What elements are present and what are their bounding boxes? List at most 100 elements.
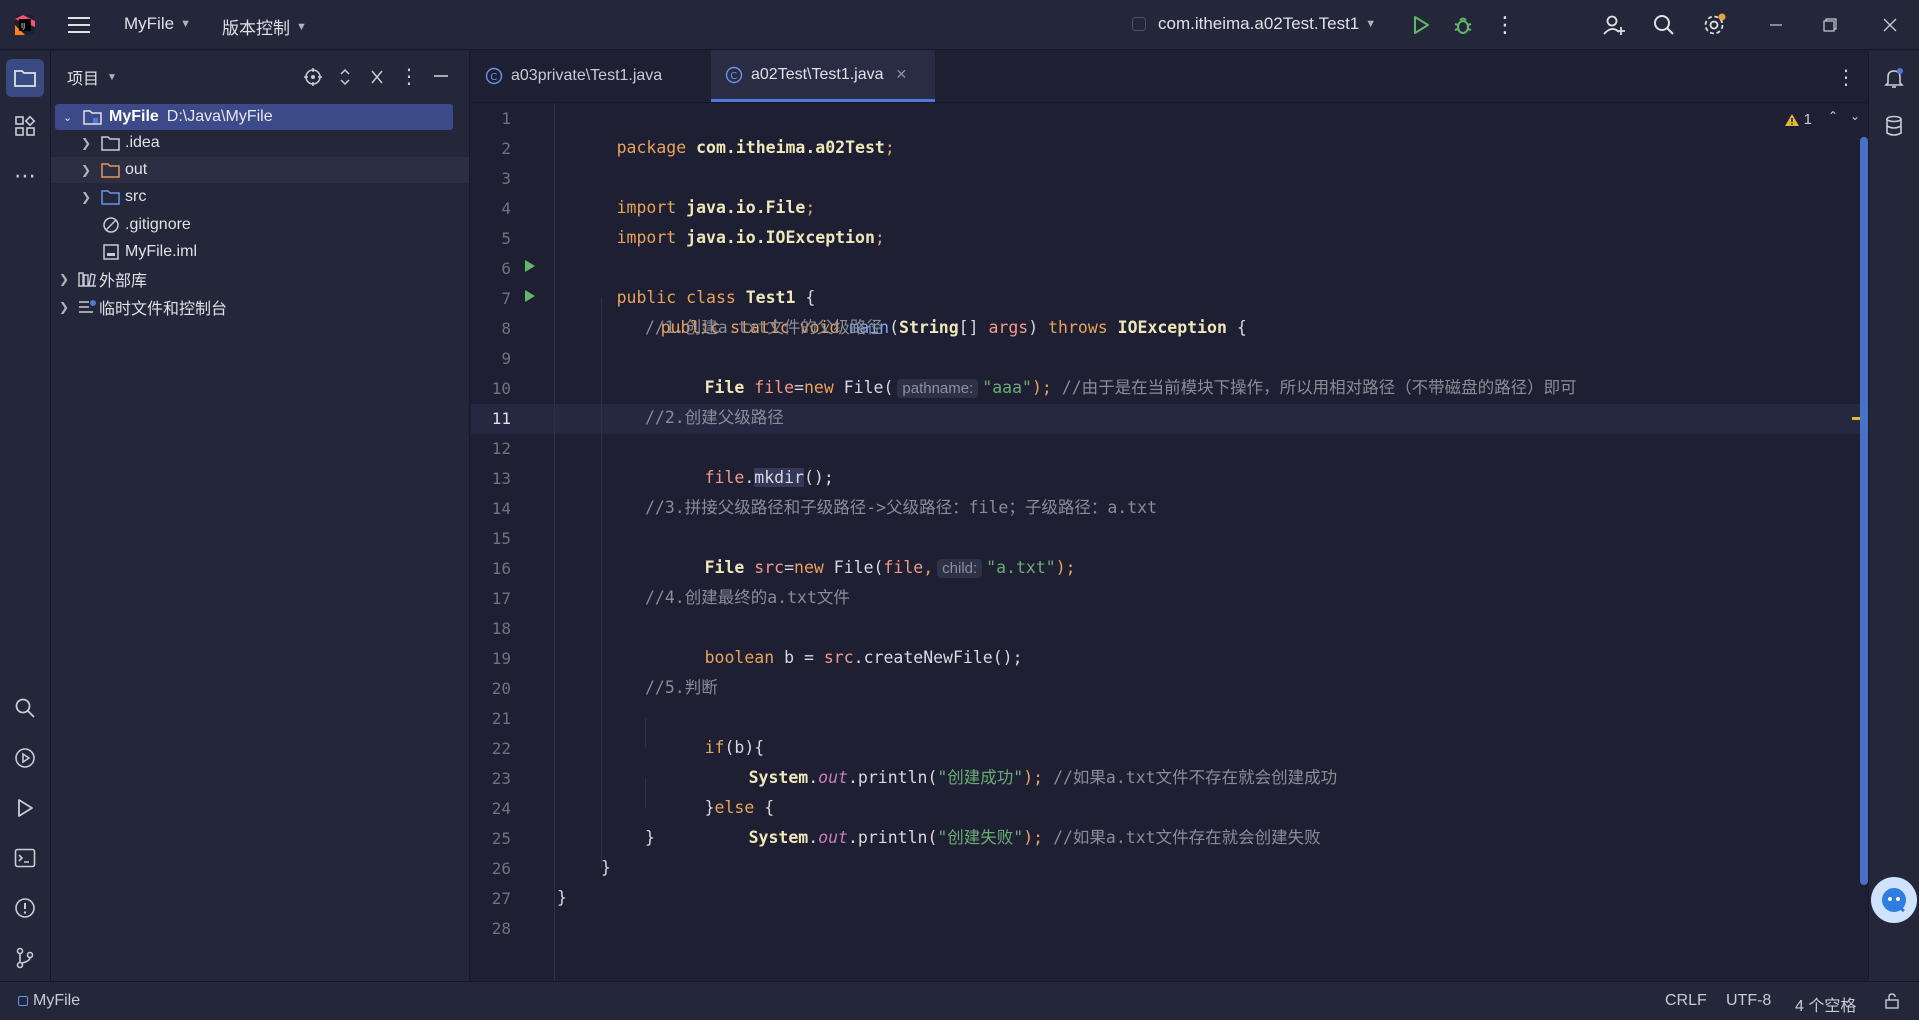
add-user-icon[interactable]: [1600, 12, 1628, 38]
punctuation: .: [744, 468, 755, 487]
git-tool-icon[interactable]: [6, 939, 44, 977]
file-encoding[interactable]: UTF-8: [1726, 992, 1771, 1010]
punctuation: []: [958, 318, 989, 337]
line-number: 28: [491, 919, 511, 938]
tab-a02test-test1[interactable]: C a02Test\Test1.java ✕: [711, 50, 935, 102]
next-highlight-icon[interactable]: ⌄: [1850, 109, 1860, 123]
tree-item-iml[interactable]: MyFile.iml: [97, 239, 197, 265]
restore-window-icon[interactable]: [1816, 12, 1844, 38]
tree-item-idea[interactable]: ❯ .idea: [81, 130, 160, 156]
tree-item-src[interactable]: ❯ src: [81, 184, 146, 210]
main-menu-icon[interactable]: [66, 13, 92, 37]
database-icon[interactable]: [1875, 107, 1913, 145]
search-icon[interactable]: [1650, 12, 1678, 38]
close-tab-icon[interactable]: ✕: [896, 66, 908, 83]
punctuation: );: [1023, 828, 1054, 847]
package-name: com.itheima.a02Test: [696, 138, 885, 157]
keyword: new: [803, 378, 844, 397]
previous-highlight-icon[interactable]: ⌃: [1828, 109, 1838, 123]
code-line: public class Test1 {: [557, 253, 816, 307]
debug-button[interactable]: [1450, 12, 1476, 38]
minimize-window-icon[interactable]: [1762, 12, 1790, 38]
punctuation: =: [784, 558, 795, 577]
more-actions-icon[interactable]: ⋮: [1492, 12, 1518, 38]
tree-item-external-libraries[interactable]: ❯ 外部库: [59, 266, 147, 292]
folder-icon: [101, 136, 120, 151]
run-button[interactable]: [1408, 12, 1434, 38]
chevron-right-icon[interactable]: ❯: [81, 163, 97, 177]
line-number: 26: [491, 859, 511, 878]
project-panel-title[interactable]: 项目: [67, 65, 99, 89]
search-tool-icon[interactable]: [6, 689, 44, 727]
type-name: File: [704, 558, 755, 577]
ai-assistant-icon[interactable]: [1871, 877, 1917, 923]
app-logo-icon[interactable]: IJ: [12, 12, 38, 38]
type-name: System: [748, 828, 809, 847]
settings-gear-icon[interactable]: [1700, 12, 1728, 38]
project-switcher[interactable]: MyFile ▼: [124, 14, 191, 34]
keyword: package: [616, 138, 697, 157]
run-icon: [1414, 16, 1429, 34]
chevron-right-icon[interactable]: ❯: [59, 272, 75, 286]
title-bar: IJ MyFile ▼ 版本控制 ▼ com.itheima.a02Test.T…: [0, 0, 1919, 50]
tree-item-out[interactable]: ❯ out: [81, 157, 147, 183]
variable: file: [883, 558, 924, 577]
chevron-down-icon[interactable]: ⌄: [63, 111, 79, 124]
lock-icon[interactable]: [1884, 993, 1900, 1014]
keyword: new: [794, 558, 834, 577]
code-comment: //4.创建最终的a.txt文件: [645, 588, 850, 607]
editor-area: C a03private\Test1.java C a02Test\Test1.…: [471, 50, 1868, 981]
expand-all-icon[interactable]: [337, 68, 353, 91]
close-window-icon[interactable]: [1876, 12, 1904, 38]
param-hint: child:: [937, 559, 983, 578]
vcs-menu[interactable]: 版本控制 ▼: [222, 14, 307, 39]
keyword: throws: [1048, 318, 1118, 337]
chevron-right-icon[interactable]: ❯: [81, 190, 97, 204]
problems-tool-icon[interactable]: [6, 889, 44, 927]
line-number: 27: [491, 889, 511, 908]
line-number: 21: [491, 709, 511, 728]
hide-panel-icon[interactable]: [433, 68, 449, 89]
closing-brace: }: [601, 858, 611, 877]
services-tool-icon[interactable]: [6, 739, 44, 777]
code-line: if(b){: [645, 703, 765, 757]
chevron-right-icon[interactable]: ❯: [59, 300, 75, 314]
run-gutter-icon[interactable]: [523, 258, 537, 279]
code-comment: //如果a.txt文件不存在就会创建成功: [1053, 768, 1338, 787]
line-number: 1: [501, 109, 511, 128]
line-number: 5: [501, 229, 511, 248]
code-line: File file=new File(pathname: "aaa"); //由于…: [645, 343, 1577, 398]
structure-tool-button[interactable]: [6, 107, 44, 145]
string-literal: "创建失败": [937, 828, 1024, 847]
notifications-bell-icon[interactable]: [1875, 59, 1913, 97]
code-view[interactable]: package com.itheima.a02Test; import java…: [557, 103, 1850, 981]
more-tools-icon[interactable]: ⋯: [6, 157, 44, 195]
inspection-widget[interactable]: 1: [1784, 111, 1812, 128]
tree-root-row[interactable]: ⌄ MyFile D:\Java\MyFile: [55, 104, 453, 130]
locate-file-icon[interactable]: [303, 67, 323, 92]
line-number: 24: [491, 799, 511, 818]
terminal-tool-icon[interactable]: [6, 839, 44, 877]
chevron-down-icon[interactable]: ▼: [107, 72, 117, 83]
run-gutter-icon[interactable]: [523, 288, 537, 309]
run-config-selector[interactable]: com.itheima.a02Test.Test1 ▼: [1132, 14, 1376, 34]
warning-stripe-marker[interactable]: [1852, 417, 1860, 420]
collapse-all-icon[interactable]: [369, 68, 385, 91]
root-name: MyFile: [109, 108, 159, 125]
punctuation: );: [1031, 378, 1062, 397]
tab-label: a02Test\Test1.java: [751, 65, 884, 83]
tree-item-scratches[interactable]: ❯ 临时文件和控制台: [59, 294, 227, 320]
method-call: .println(: [847, 768, 938, 787]
project-tool-button[interactable]: [6, 59, 44, 97]
project-panel: 项目 ▼ ⋮ ⌄ MyFile D:\Java\MyFile ❯ .idea ❯…: [51, 51, 470, 981]
tab-options-icon[interactable]: ⋮: [1836, 65, 1856, 90]
indent-setting[interactable]: 4 个空格: [1795, 992, 1856, 1016]
code-comment: //5.判断: [645, 678, 718, 697]
editor-scrollbar[interactable]: [1860, 137, 1868, 885]
tree-item-gitignore[interactable]: .gitignore: [97, 212, 191, 238]
options-icon[interactable]: ⋮: [399, 64, 419, 89]
status-project[interactable]: MyFile: [33, 992, 80, 1010]
line-separator[interactable]: CRLF: [1665, 992, 1707, 1010]
chevron-right-icon[interactable]: ❯: [81, 136, 97, 150]
run-tool-icon[interactable]: [6, 789, 44, 827]
